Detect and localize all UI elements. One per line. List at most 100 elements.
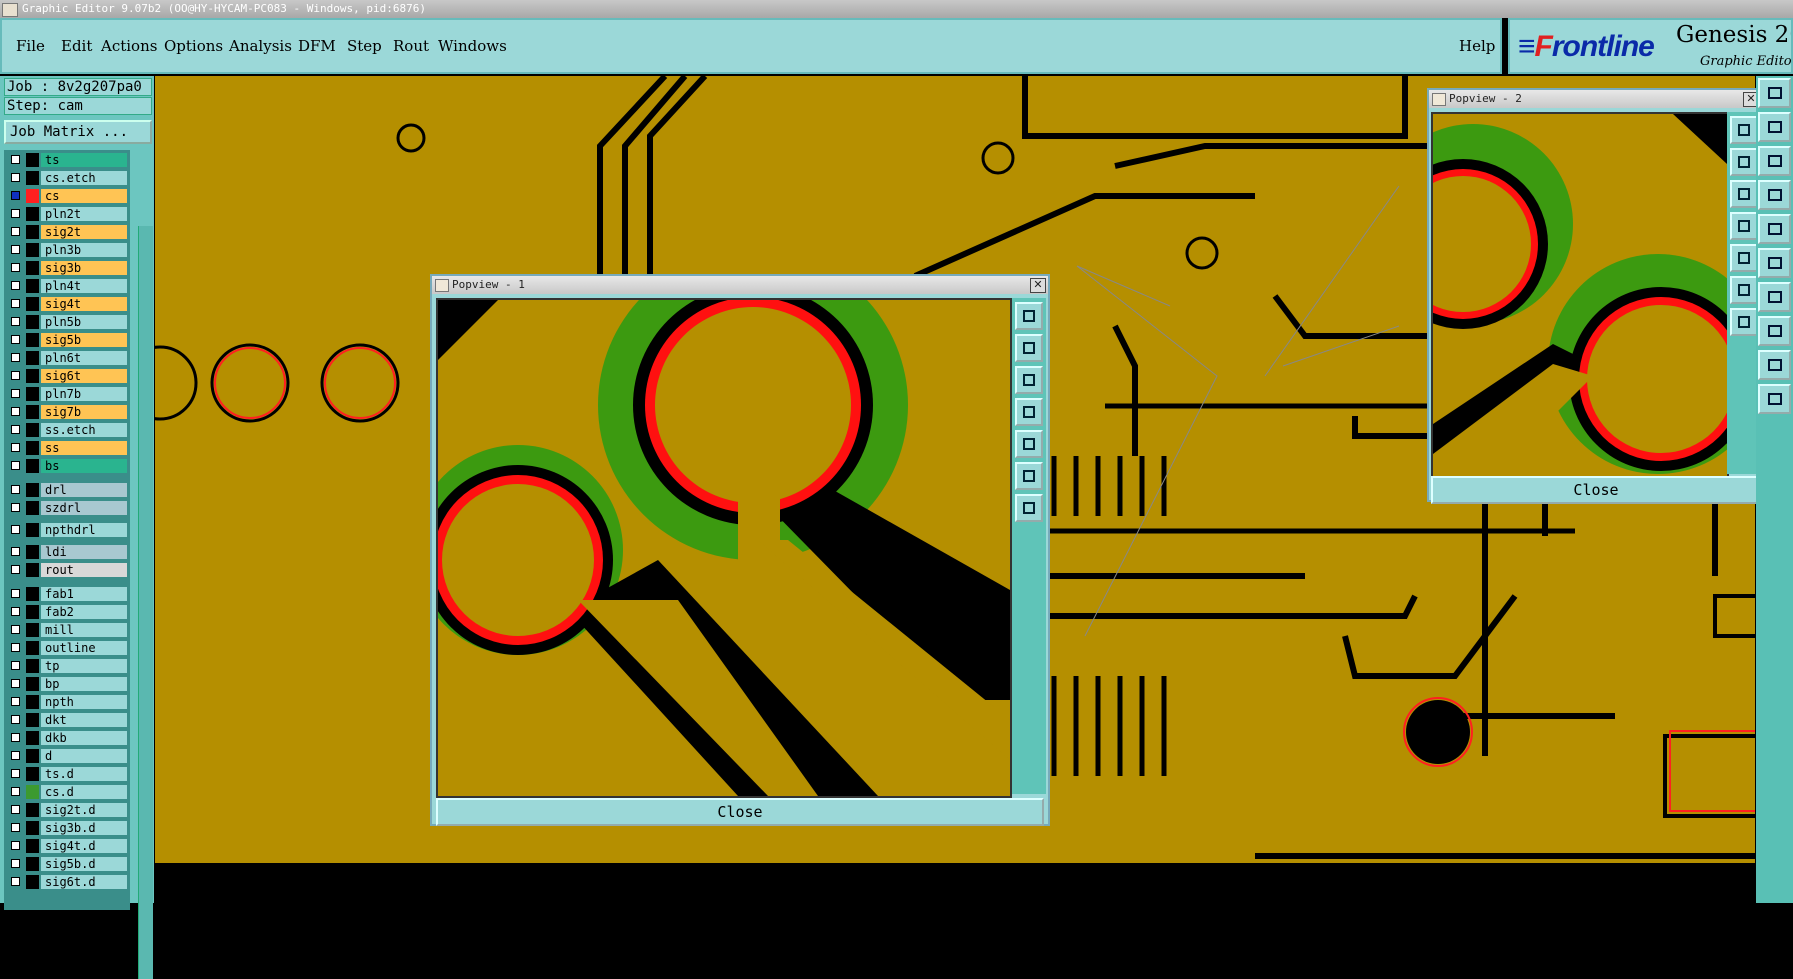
menu-analysis[interactable]: Analysis xyxy=(229,37,292,55)
window-menu-icon[interactable] xyxy=(1432,93,1446,106)
layer-color-swatch[interactable] xyxy=(26,839,39,853)
layer-checkbox[interactable] xyxy=(11,823,20,832)
layer-color-swatch[interactable] xyxy=(26,243,39,257)
layer-checkbox[interactable] xyxy=(11,769,20,778)
layer-color-swatch[interactable] xyxy=(26,261,39,275)
layer-name[interactable]: pln4t xyxy=(41,279,127,293)
layer-color-swatch[interactable] xyxy=(26,207,39,221)
settings-icon[interactable] xyxy=(1758,180,1791,210)
layer-checkbox[interactable] xyxy=(11,227,20,236)
layer-row[interactable]: sig4t.d xyxy=(4,838,130,854)
pan-down-icon[interactable] xyxy=(1730,180,1758,208)
layer-color-swatch[interactable] xyxy=(26,731,39,745)
layer-color-swatch[interactable] xyxy=(26,225,39,239)
fit-screen-icon[interactable] xyxy=(1758,146,1791,176)
pan-up-icon[interactable] xyxy=(1015,334,1043,362)
layer-name[interactable]: dkb xyxy=(41,731,127,745)
pan-left-icon[interactable] xyxy=(1730,212,1758,240)
layer-color-swatch[interactable] xyxy=(26,605,39,619)
layer-color-swatch[interactable] xyxy=(26,713,39,727)
pan-up-icon[interactable] xyxy=(1730,148,1758,176)
layer-color-swatch[interactable] xyxy=(26,189,39,203)
layer-row[interactable]: sig7b xyxy=(4,404,130,420)
layer-checkbox[interactable] xyxy=(11,877,20,886)
layer-name[interactable]: fab1 xyxy=(41,587,127,601)
layer-checkbox[interactable] xyxy=(11,425,20,434)
layer-name[interactable]: sig2t.d xyxy=(41,803,127,817)
layer-row[interactable]: dkt xyxy=(4,712,130,728)
layer-color-swatch[interactable] xyxy=(26,351,39,365)
menu-dfm[interactable]: DFM xyxy=(298,37,336,55)
layer-name[interactable]: ss xyxy=(41,441,127,455)
layer-row[interactable]: szdrl xyxy=(4,500,130,516)
layer-checkbox[interactable] xyxy=(11,679,20,688)
layer-name[interactable]: szdrl xyxy=(41,501,127,515)
layer-name[interactable]: sig6t xyxy=(41,369,127,383)
layer-checkbox[interactable] xyxy=(11,697,20,706)
layer-checkbox[interactable] xyxy=(11,353,20,362)
ruler-icon[interactable] xyxy=(1758,282,1791,312)
layer-row[interactable]: pln3b xyxy=(4,242,130,258)
zoom-in-icon[interactable] xyxy=(1015,302,1043,330)
layer-name[interactable]: bs xyxy=(41,459,127,473)
layer-in-icon[interactable] xyxy=(1758,112,1791,142)
layer-color-swatch[interactable] xyxy=(26,875,39,889)
layer-row[interactable]: cs.d xyxy=(4,784,130,800)
pan-left-icon[interactable] xyxy=(1015,398,1043,426)
layer-row[interactable]: npthdrl xyxy=(4,522,130,538)
pan-right-icon[interactable] xyxy=(1730,244,1758,272)
layer-row[interactable]: sig6t.d xyxy=(4,874,130,890)
layer-name[interactable]: outline xyxy=(41,641,127,655)
popview-2-titlebar[interactable]: Popview - 2 ✕ xyxy=(1429,90,1761,108)
layer-color-swatch[interactable] xyxy=(26,677,39,691)
layer-checkbox[interactable] xyxy=(11,859,20,868)
layer-name[interactable]: sig4t xyxy=(41,297,127,311)
layer-name[interactable]: ts xyxy=(41,153,127,167)
layer-row[interactable]: cs xyxy=(4,188,130,204)
layer-row[interactable]: fab2 xyxy=(4,604,130,620)
layer-checkbox[interactable] xyxy=(11,485,20,494)
menu-help[interactable]: Help xyxy=(1459,37,1495,55)
layer-checkbox[interactable] xyxy=(11,547,20,556)
layer-checkbox[interactable] xyxy=(11,787,20,796)
layer-name[interactable]: sig5b xyxy=(41,333,127,347)
layer-name[interactable]: drl xyxy=(41,483,127,497)
layer-row[interactable]: tp xyxy=(4,658,130,674)
window-menu-icon[interactable] xyxy=(435,279,449,292)
pan-right-icon[interactable] xyxy=(1015,430,1043,458)
menu-options[interactable]: Options xyxy=(164,37,223,55)
layer-name[interactable]: bp xyxy=(41,677,127,691)
popview-2-close-button[interactable]: Close xyxy=(1431,476,1761,504)
layer-row[interactable]: dkb xyxy=(4,730,130,746)
zoom-fit-icon[interactable] xyxy=(1730,308,1758,336)
layer-color-swatch[interactable] xyxy=(26,563,39,577)
layer-checkbox[interactable] xyxy=(11,607,20,616)
layer-color-swatch[interactable] xyxy=(26,659,39,673)
layer-row[interactable]: pln4t xyxy=(4,278,130,294)
layer-name[interactable]: ts.d xyxy=(41,767,127,781)
layer-row[interactable]: pln5b xyxy=(4,314,130,330)
layer-name[interactable]: pln3b xyxy=(41,243,127,257)
layer-name[interactable]: pln5b xyxy=(41,315,127,329)
menu-step[interactable]: Step xyxy=(347,37,382,55)
layer-name[interactable]: ss.etch xyxy=(41,423,127,437)
layer-checkbox[interactable] xyxy=(11,281,20,290)
layer-row[interactable]: ts.d xyxy=(4,766,130,782)
layer-checkbox[interactable] xyxy=(11,263,20,272)
layer-row[interactable]: pln6t xyxy=(4,350,130,366)
layer-color-swatch[interactable] xyxy=(26,857,39,871)
popview-1-view[interactable] xyxy=(436,298,1012,798)
layer-color-swatch[interactable] xyxy=(26,153,39,167)
layer-row[interactable]: ts xyxy=(4,152,130,168)
layer-checkbox[interactable] xyxy=(11,661,20,670)
layer-row[interactable]: fab1 xyxy=(4,586,130,602)
layer-checkbox[interactable] xyxy=(11,751,20,760)
zoom-in-icon[interactable] xyxy=(1730,116,1758,144)
layer-name[interactable]: sig2t xyxy=(41,225,127,239)
menu-windows[interactable]: Windows xyxy=(438,37,507,55)
zoom-out-icon[interactable] xyxy=(1730,276,1758,304)
layer-color-swatch[interactable] xyxy=(26,623,39,637)
layer-name[interactable]: ldi xyxy=(41,545,127,559)
layer-name[interactable]: sig7b xyxy=(41,405,127,419)
layer-color-swatch[interactable] xyxy=(26,387,39,401)
